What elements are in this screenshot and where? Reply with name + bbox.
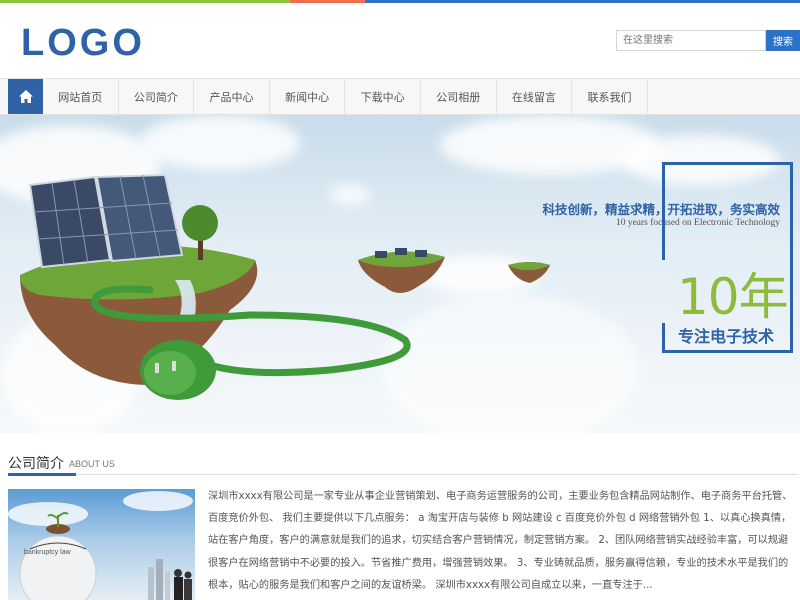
about-image[interactable]: bankruptcy law: [8, 489, 195, 600]
nav-item-products[interactable]: 产品中心: [194, 79, 270, 114]
home-icon: [18, 90, 33, 103]
nav-item-home[interactable]: 网站首页: [43, 79, 119, 114]
banner-years-subtitle: 专注电子技术: [678, 327, 775, 346]
about-title-underline: [8, 473, 76, 476]
plug-icon: [140, 340, 216, 400]
header: LOGO 搜索: [0, 3, 800, 78]
nav-item-about[interactable]: 公司简介: [119, 79, 195, 114]
main-nav: 网站首页 公司简介 产品中心 新闻中心 下载中心 公司相册 在线留言 联系我们: [0, 78, 800, 115]
nav-item-album[interactable]: 公司相册: [421, 79, 497, 114]
search-bar: 搜索: [616, 30, 800, 51]
about-title: 公司简介: [8, 456, 64, 472]
about-description: 深圳市xxxx有限公司是一家专业从事企业营销策划、电子商务运营服务的公司，主要业…: [208, 491, 793, 591]
nav-home-button[interactable]: [8, 79, 43, 114]
search-button[interactable]: 搜索: [766, 30, 800, 51]
about-title-en: ABOUT US: [69, 459, 115, 469]
solar-panel-icon: [28, 173, 184, 269]
logo[interactable]: LOGO: [21, 22, 145, 65]
about-image-illustration: bankruptcy law: [8, 491, 193, 600]
banner-illustration: [20, 173, 550, 400]
nav-item-news[interactable]: 新闻中心: [270, 79, 346, 114]
banner-years: 10年: [677, 268, 789, 326]
search-input[interactable]: [616, 30, 766, 51]
banner-slogan-en: 10 years focused on Electronic Technolog…: [615, 218, 780, 228]
banner-slogan: 科技创新，精益求精，开拓进取，务实高效: [542, 202, 780, 217]
about-image-label: bankruptcy law: [24, 549, 72, 556]
nav-item-message[interactable]: 在线留言: [497, 79, 573, 114]
nav-item-downloads[interactable]: 下载中心: [345, 79, 421, 114]
hero-banner[interactable]: 科技创新，精益求精，开拓进取，务实高效 10 years focused on …: [0, 115, 800, 433]
about-section-header: 公司简介 ABOUT US: [8, 447, 798, 476]
nav-item-contact[interactable]: 联系我们: [572, 79, 648, 114]
